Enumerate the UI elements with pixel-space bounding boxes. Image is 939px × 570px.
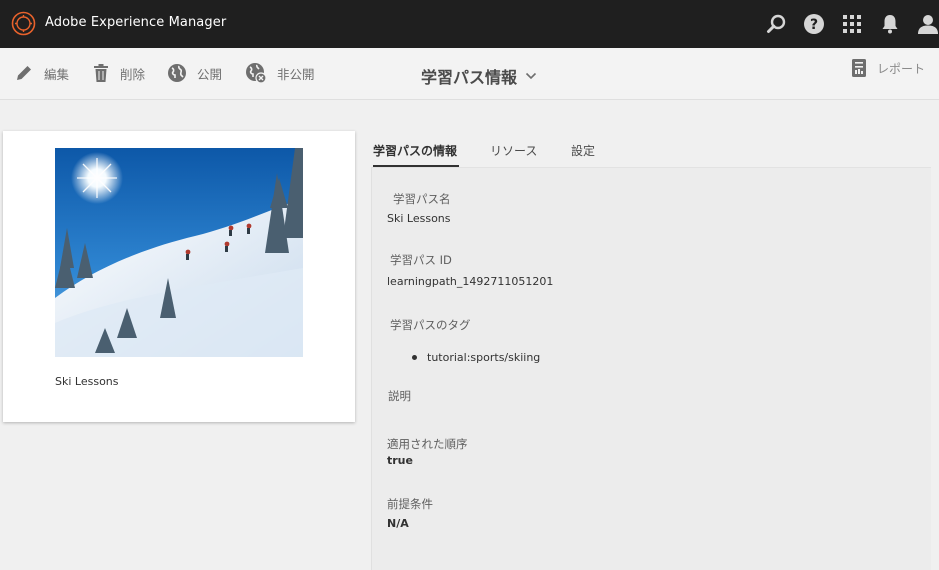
unpublish-button[interactable]: 非公開: [245, 60, 315, 86]
id-label: 学習パス ID: [390, 253, 452, 267]
card-title: Ski Lessons: [55, 375, 119, 388]
name-label: 学習パス名: [393, 192, 451, 206]
id-value: learningpath_1492711051201: [387, 275, 554, 288]
bell-icon[interactable]: [878, 12, 902, 36]
tab-learning-path-info[interactable]: 学習パスの情報: [373, 142, 457, 159]
info-panel: 学習パス名 Ski Lessons 学習パス ID learningpath_1…: [371, 168, 931, 570]
publish-button[interactable]: 公開: [167, 60, 222, 86]
prereq-value: N/A: [387, 517, 409, 530]
edit-button[interactable]: 編集: [14, 60, 69, 86]
globe-icon: [168, 64, 186, 82]
tab-settings[interactable]: 設定: [571, 142, 595, 159]
learning-path-card[interactable]: Ski Lessons: [3, 131, 355, 422]
report-icon: [852, 59, 866, 77]
tags-label: 学習パスのタグ: [390, 318, 471, 332]
delete-button[interactable]: 削除: [92, 60, 145, 86]
page-title-dropdown[interactable]: 学習パス情報: [421, 64, 537, 88]
tab-resources[interactable]: リソース: [490, 142, 537, 159]
edit-label: 編集: [44, 66, 70, 82]
unpublish-label: 非公開: [277, 66, 315, 82]
description-label: 説明: [388, 389, 411, 403]
report-label: レポート: [877, 61, 926, 76]
chevron-down-icon: [525, 72, 537, 80]
user-icon[interactable]: [916, 12, 939, 36]
tab-list: 学習パスの情報 リソース 設定: [371, 132, 931, 168]
global-nav-bar: Adobe Experience Manager ?: [0, 0, 939, 48]
pencil-icon: [17, 66, 31, 80]
search-icon[interactable]: [765, 12, 789, 36]
report-button[interactable]: レポート: [851, 58, 925, 78]
bullet: [412, 355, 417, 360]
order-value: true: [387, 454, 413, 467]
aem-logo-icon[interactable]: [11, 11, 36, 36]
help-icon[interactable]: ?: [802, 12, 826, 36]
order-label: 適用された順序: [387, 437, 468, 451]
svg-text:?: ?: [810, 17, 818, 33]
tag-value: tutorial:sports/skiing: [427, 351, 541, 364]
thumbnail-image: [55, 148, 303, 357]
publish-label: 公開: [197, 66, 223, 82]
globe-remove-icon: [246, 63, 267, 84]
name-value: Ski Lessons: [387, 212, 451, 225]
apps-grid-icon[interactable]: [840, 12, 864, 36]
prereq-label: 前提条件: [387, 497, 433, 511]
app-title[interactable]: Adobe Experience Manager: [45, 15, 226, 30]
delete-label: 削除: [120, 66, 146, 82]
action-bar: 編集 削除 公開 非公開 学習パス情報 レポート: [0, 48, 939, 100]
tag-list-item: tutorial:sports/skiing: [412, 351, 540, 364]
trash-icon: [94, 64, 108, 82]
page-title: 学習パス情報: [421, 68, 518, 87]
